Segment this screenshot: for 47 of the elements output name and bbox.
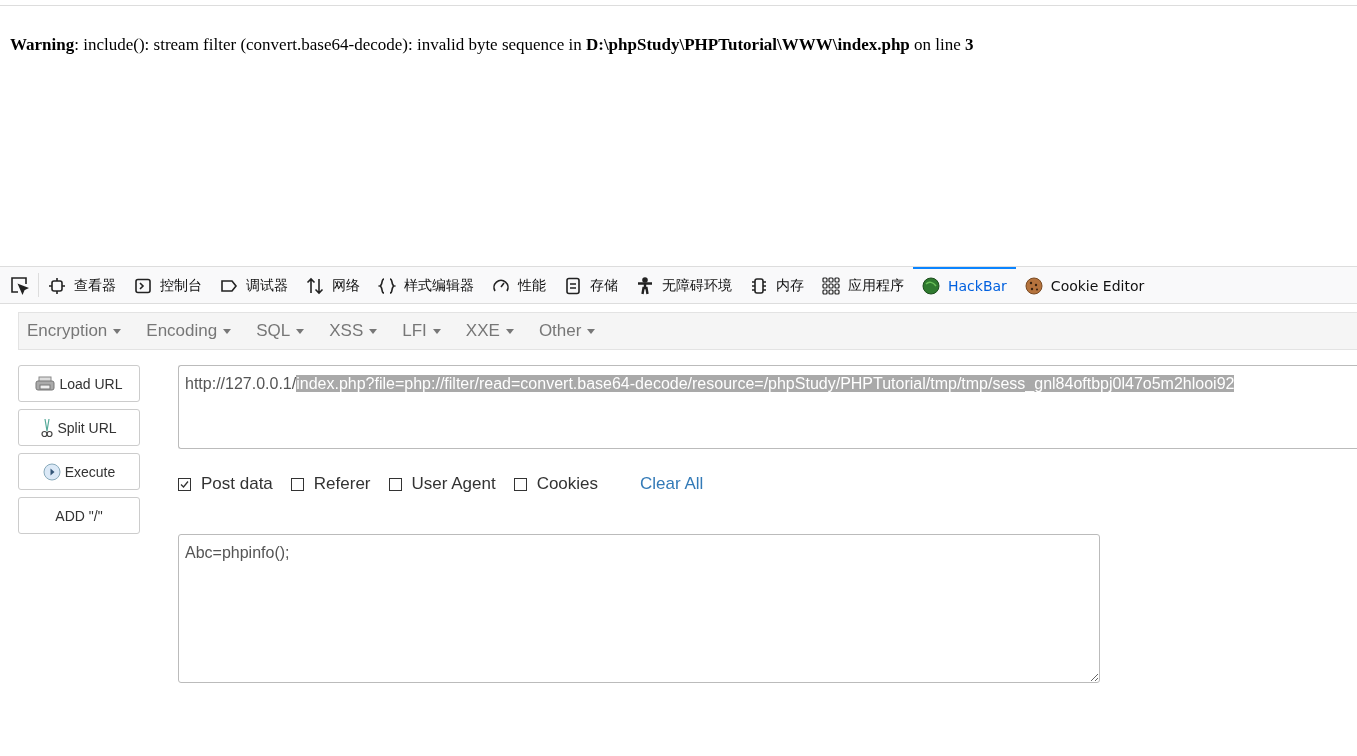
dropdown-menu[interactable]: Other [530, 321, 604, 341]
printer-icon [35, 375, 56, 392]
option-checkbox[interactable]: Cookies [513, 474, 599, 494]
devtools-tab[interactable]: 网络 [297, 267, 369, 303]
devtools-tab[interactable]: 存储 [555, 267, 627, 303]
braces-icon [378, 277, 396, 295]
play-icon [42, 462, 61, 481]
scissors-icon [41, 417, 54, 438]
post-data-field[interactable]: Abc=phpinfo(); [178, 534, 1100, 683]
ball-icon [922, 277, 940, 295]
clear-all-link[interactable]: Clear All [640, 474, 704, 494]
action-button[interactable]: Split URL [18, 409, 140, 446]
up-down-arrows-icon [306, 277, 324, 295]
devtools-tab[interactable]: HackBar [913, 267, 1016, 303]
dropdown-menu[interactable]: LFI [394, 321, 449, 341]
storage-icon [564, 277, 582, 295]
chip-icon [750, 277, 768, 295]
devtools-tab[interactable]: 调试器 [211, 267, 297, 303]
devtools-tab[interactable]: 样式编辑器 [369, 267, 483, 303]
warning-message: Warning: include(): stream filter (convert.base64-decode): invalid byte sequence in D:\phpStudy\PHPTutorial\WWW\index.php on line 3 [9, 34, 975, 55]
option-checkbox[interactable]: User Agent [388, 474, 496, 494]
console-icon [134, 277, 152, 295]
action-button[interactable]: Execute [18, 453, 140, 490]
tag-icon [220, 277, 238, 295]
dropdown-menu[interactable]: XSS [321, 321, 386, 341]
dropdown-menu[interactable]: XXE [457, 321, 522, 341]
cookie-icon [1024, 277, 1043, 295]
devtools-tab[interactable]: 查看器 [39, 267, 125, 303]
devtools-tab[interactable]: 应用程序 [813, 267, 913, 303]
devtools-tab[interactable]: Cookie Editor [1015, 267, 1154, 303]
picker-icon [9, 275, 29, 295]
person-icon [636, 277, 654, 295]
action-button[interactable]: Load URL [18, 365, 140, 402]
url-field[interactable]: http://127.0.0.1/index.php?file=php://filter/read=convert.base64-decode/resource=/phpStudy/PHPTutorial/tmp/tmp/sess_gnl84oftbpj0l47o5m2hlooi92 [178, 365, 1357, 449]
devtools-tab[interactable]: 性能 [483, 267, 555, 303]
option-checkbox[interactable]: Post data [178, 474, 273, 494]
grid-icon [822, 277, 840, 295]
devtools-tab[interactable]: 控制台 [125, 267, 211, 303]
frame-icon [48, 277, 66, 295]
check-icon [180, 479, 189, 489]
dropdown-menu[interactable]: SQL [248, 321, 313, 341]
dropdown-menu[interactable]: Encoding [138, 321, 240, 341]
devtools-tab[interactable]: 无障碍环境 [627, 267, 741, 303]
option-checkbox[interactable]: Referer [290, 474, 371, 494]
devtools-tab[interactable]: 内存 [741, 267, 813, 303]
action-button[interactable]: ADD "/" [18, 497, 140, 534]
dropdown-menu[interactable]: Encryption [19, 321, 130, 341]
